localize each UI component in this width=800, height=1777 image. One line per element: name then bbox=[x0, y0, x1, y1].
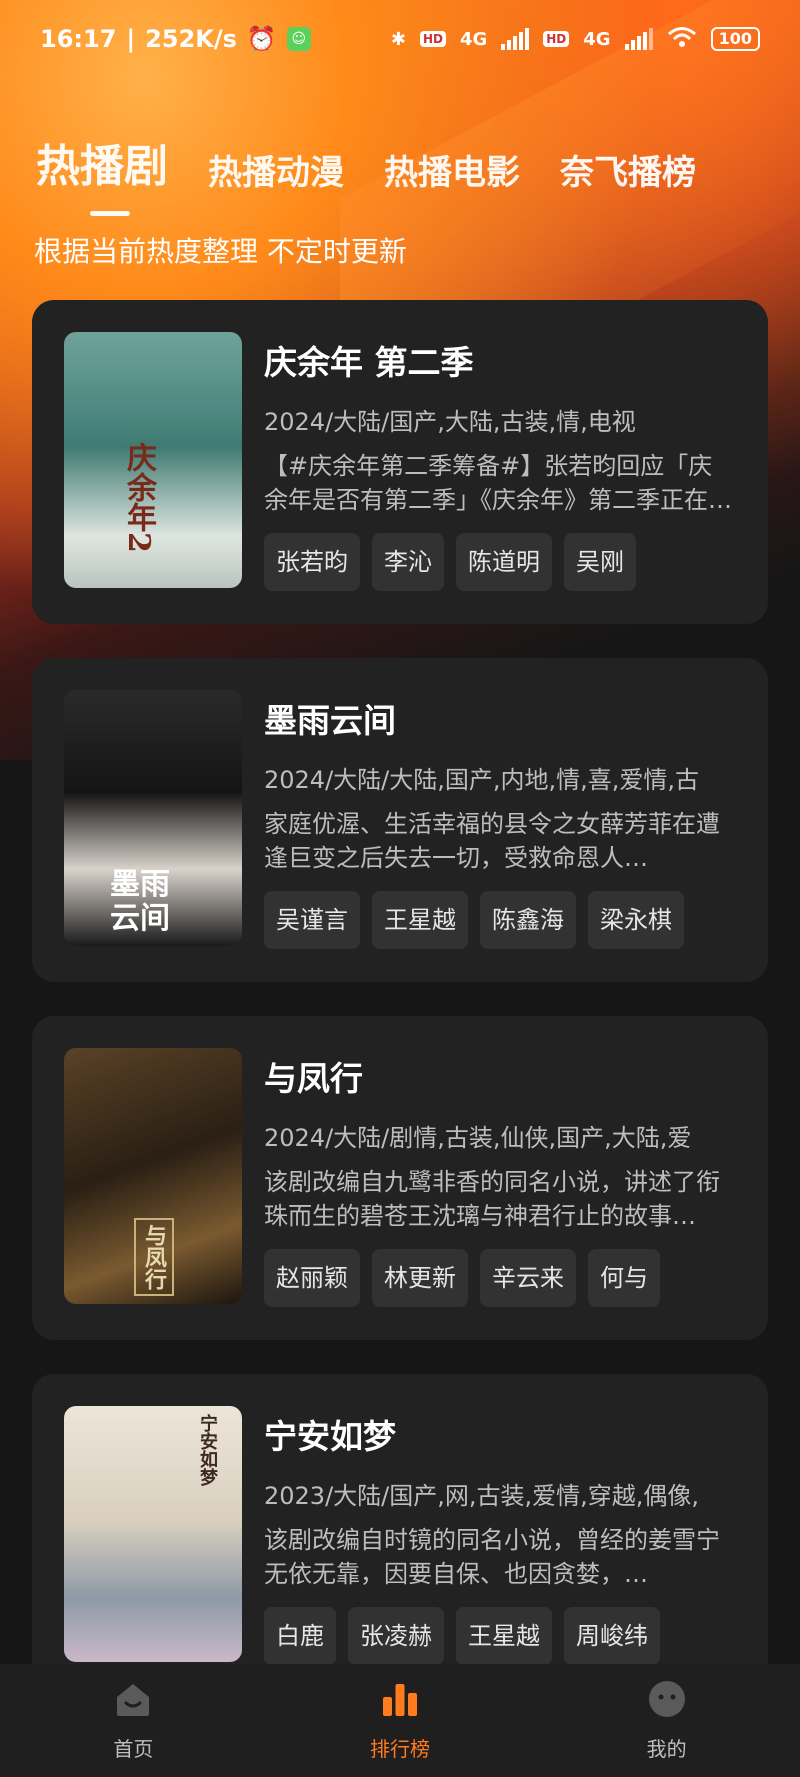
cast-tag[interactable]: 赵丽颖 bbox=[264, 1249, 360, 1307]
status-bar: 16:17 | 252K/s ⏰ ☺ ✱ HD 4G HD 4G 100 bbox=[0, 0, 800, 78]
nav-ranking[interactable]: 排行榜 bbox=[300, 1679, 500, 1762]
item-description: 【#庆余年第二季筹备#】张若昀回应「庆余年是否有第二季」《庆余年》第二季正在筹备… bbox=[264, 452, 732, 514]
poster-image: 庆余年2 bbox=[64, 332, 242, 588]
list-item[interactable]: 墨雨云间 墨雨云间 2024/大陆/大陆,国产,内地,情,喜,爱情,古 家庭优渥… bbox=[32, 658, 768, 982]
cast-tag[interactable]: 林更新 bbox=[372, 1249, 468, 1307]
cast-tag[interactable]: 陈鑫海 bbox=[480, 891, 576, 949]
item-title: 庆余年 第二季 bbox=[264, 343, 474, 382]
network-type-2: 4G bbox=[583, 28, 611, 50]
cast-tag[interactable]: 李沁 bbox=[372, 533, 444, 591]
category-tabs: 热播剧 热播动漫 热播电影 奈飞播榜 bbox=[36, 130, 696, 216]
battery-icon: 100 bbox=[710, 27, 760, 51]
poster-title: 墨雨云间 bbox=[110, 867, 170, 936]
item-description: 该剧改编自九鹭非香的同名小说，讲述了衔珠而生的碧苍王沈璃与神君行止的故事… bbox=[264, 1168, 720, 1230]
cast-tag[interactable]: 吴谨言 bbox=[264, 891, 360, 949]
nav-home[interactable]: 首页 bbox=[33, 1679, 233, 1762]
cast-tags: 吴谨言 王星越 陈鑫海 梁永棋 bbox=[264, 891, 736, 949]
cast-tag[interactable]: 张凌赫 bbox=[348, 1607, 444, 1665]
hd-badge-1: HD bbox=[419, 31, 446, 47]
poster-image: 墨雨云间 bbox=[64, 690, 242, 946]
cast-tag[interactable]: 辛云来 bbox=[480, 1249, 576, 1307]
poster-title: 与凤行 bbox=[134, 1218, 174, 1296]
cast-tag[interactable]: 张若昀 bbox=[264, 533, 360, 591]
app-notification-icon: ☺ bbox=[286, 27, 311, 51]
signal-icon-1 bbox=[501, 28, 530, 50]
cast-tags: 赵丽颖 林更新 辛云来 何与 bbox=[264, 1249, 736, 1307]
item-description: 该剧改编自时镜的同名小说，曾经的姜雪宁无依无靠，因要自保、也因贪婪，… bbox=[264, 1526, 720, 1588]
cast-tags: 白鹿 张凌赫 王星越 周峻纬 bbox=[264, 1607, 736, 1665]
hd-badge-2: HD bbox=[543, 31, 570, 47]
list-item[interactable]: 与凤行 与凤行 2024/大陆/剧情,古装,仙侠,国产,大陆,爱 该剧改编自九鹭… bbox=[32, 1016, 768, 1340]
list-subtitle: 根据当前热度整理 不定时更新 bbox=[34, 235, 407, 268]
cast-tags: 张若昀 李沁 陈道明 吴刚 bbox=[264, 533, 736, 591]
status-time: 16:17 bbox=[40, 25, 117, 53]
cast-tag[interactable]: 何与 bbox=[588, 1249, 660, 1307]
item-title: 宁安如梦 bbox=[264, 1417, 396, 1456]
cast-tag[interactable]: 陈道明 bbox=[456, 533, 552, 591]
list-item[interactable]: 庆余年2 庆余年 第二季 2024/大陆/国产,大陆,古装,情,电视 【#庆余年… bbox=[32, 300, 768, 624]
wifi-icon bbox=[667, 25, 697, 54]
profile-face-icon bbox=[647, 1679, 687, 1723]
cast-tag[interactable]: 吴刚 bbox=[564, 533, 636, 591]
network-type-1: 4G bbox=[459, 28, 488, 50]
tab-hot-anime[interactable]: 热播动漫 bbox=[208, 145, 344, 194]
bottom-navigation: 首页 排行榜 我的 bbox=[0, 1664, 800, 1777]
cast-tag[interactable]: 白鹿 bbox=[264, 1607, 336, 1665]
poster-title: 宁安如梦 bbox=[197, 1414, 218, 1486]
item-meta: 2024/大陆/国产,大陆,古装,情,电视 bbox=[264, 408, 636, 436]
nav-profile-label: 我的 bbox=[646, 1737, 687, 1761]
status-divider: | bbox=[126, 25, 136, 53]
tab-hot-drama[interactable]: 热播剧 bbox=[36, 130, 168, 216]
item-description: 家庭优渥、生活幸福的县令之女薛芳菲在遭逢巨变之后失去一切，受救命恩人… bbox=[264, 810, 720, 872]
item-meta: 2023/大陆/国产,网,古装,爱情,穿越,偶像, bbox=[264, 1482, 700, 1510]
nav-home-label: 首页 bbox=[113, 1737, 154, 1761]
poster-image: 与凤行 bbox=[64, 1048, 242, 1304]
signal-icon-2 bbox=[624, 28, 653, 50]
cast-tag[interactable]: 周峻纬 bbox=[564, 1607, 660, 1665]
item-title: 与凤行 bbox=[264, 1059, 363, 1098]
cast-tag[interactable]: 王星越 bbox=[372, 891, 468, 949]
cast-tag[interactable]: 王星越 bbox=[456, 1607, 552, 1665]
item-meta: 2024/大陆/大陆,国产,内地,情,喜,爱情,古 bbox=[264, 766, 700, 794]
poster-image: 宁安如梦 bbox=[64, 1406, 242, 1662]
cast-tag[interactable]: 梁永棋 bbox=[588, 891, 684, 949]
nav-ranking-label: 排行榜 bbox=[369, 1737, 430, 1761]
item-title: 墨雨云间 bbox=[264, 701, 396, 740]
tab-hot-movies[interactable]: 热播电影 bbox=[384, 145, 520, 194]
chart-bars-icon bbox=[380, 1679, 420, 1723]
tab-netflix-chart[interactable]: 奈飞播榜 bbox=[560, 145, 696, 194]
item-meta: 2024/大陆/剧情,古装,仙侠,国产,大陆,爱 bbox=[264, 1124, 692, 1152]
ranking-list: 庆余年2 庆余年 第二季 2024/大陆/国产,大陆,古装,情,电视 【#庆余年… bbox=[32, 300, 768, 1732]
home-icon bbox=[113, 1679, 153, 1723]
status-net-speed: 252K/s bbox=[145, 25, 237, 53]
nav-profile[interactable]: 我的 bbox=[567, 1679, 767, 1762]
alarm-icon: ⏰ bbox=[246, 25, 277, 53]
poster-title: 庆余年2 bbox=[121, 442, 156, 553]
bluetooth-icon: ✱ bbox=[390, 28, 406, 50]
list-item[interactable]: 宁安如梦 宁安如梦 2023/大陆/国产,网,古装,爱情,穿越,偶像, 该剧改编… bbox=[32, 1374, 768, 1698]
